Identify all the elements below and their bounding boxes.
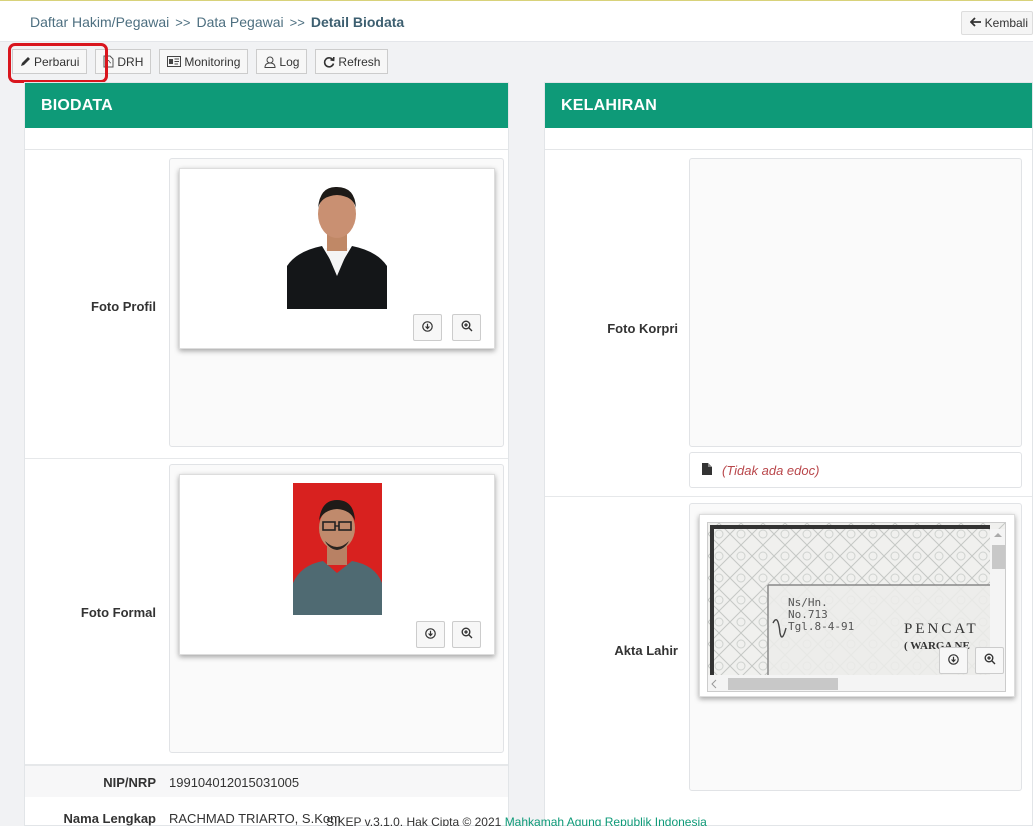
zoom-in-icon xyxy=(461,320,473,335)
breadcrumb-item-current: Detail Biodata xyxy=(310,14,405,30)
profile-photo-row: Foto Profil xyxy=(25,151,508,459)
formal-photo-card xyxy=(179,474,495,655)
nip-label: NIP/NRP xyxy=(103,775,156,790)
zoom-in-icon xyxy=(461,627,473,642)
zoom-document-button[interactable] xyxy=(975,647,1004,674)
birth-cert-cell: Ns/Hn. No.713 Tgl.8-4-91 PENCAT ( WARGA … xyxy=(689,503,1022,791)
id-card-icon xyxy=(167,56,182,67)
nip-value: 199104012015031005 xyxy=(169,775,300,790)
breadcrumb-item-data[interactable]: Data Pegawai xyxy=(196,14,283,30)
back-label: Kembali xyxy=(984,16,1028,30)
download-document-button[interactable] xyxy=(939,647,968,674)
monitoring-label: Monitoring xyxy=(184,54,241,69)
nip-row: NIP/NRP 199104012015031005 xyxy=(25,765,508,797)
pdf-file-icon xyxy=(103,55,114,68)
zoom-photo-button[interactable] xyxy=(452,621,481,648)
download-icon xyxy=(948,653,959,668)
download-icon xyxy=(425,627,436,642)
korpri-photo-cell xyxy=(689,158,1022,447)
breadcrumb: Daftar Hakim/Pegawai >> Data Pegawai >> Deta… xyxy=(30,14,404,30)
breadcrumb-separator: >> xyxy=(175,15,191,30)
log-label: Log xyxy=(279,54,300,69)
update-button[interactable]: Perbarui xyxy=(12,49,88,74)
back-button[interactable]: Kembali xyxy=(960,11,1033,35)
user-icon xyxy=(264,56,276,68)
zoom-in-icon xyxy=(984,653,996,668)
formal-photo-label: Foto Formal xyxy=(80,605,156,620)
log-button[interactable]: Log xyxy=(256,49,308,74)
birth-cert-row: Akta Lahir Ns/Hn. No.713 Tgl.8-4-91 PENC… xyxy=(545,497,1032,803)
monitoring-button[interactable]: Monitoring xyxy=(159,49,249,74)
profile-photo-cell xyxy=(169,158,504,447)
formal-photo-row: Foto Formal xyxy=(25,459,508,765)
panel-title: KELAHIRAN xyxy=(545,83,1032,128)
arrow-left-icon xyxy=(969,16,982,30)
doc-title: PENCAT xyxy=(904,621,979,637)
download-photo-button[interactable] xyxy=(416,621,445,648)
doc-reference-lines: Ns/Hn. No.713 Tgl.8-4-91 xyxy=(788,597,854,633)
breadcrumb-item-list[interactable]: Daftar Hakim/Pegawai xyxy=(30,14,169,30)
drh-label: DRH xyxy=(117,54,144,69)
panel-subheader xyxy=(25,128,508,150)
footer: SIKEP v.3.1.0, Hak Cipta © 2021 Mahkamah… xyxy=(0,815,1033,826)
kelahiran-panel: KELAHIRAN Foto Korpri (Tidak ada edoc) A… xyxy=(544,82,1033,826)
refresh-button[interactable]: Refresh xyxy=(315,49,389,74)
zoom-photo-button[interactable] xyxy=(452,314,481,341)
breadcrumb-separator: >> xyxy=(289,15,305,30)
korpri-photo-row: Foto Korpri (Tidak ada edoc) xyxy=(545,151,1032,497)
profile-photo-card xyxy=(179,168,495,349)
korpri-photo-label: Foto Korpri xyxy=(607,321,678,336)
doc-line: Tgl.8-4-91 xyxy=(788,620,855,633)
action-toolbar: Perbarui DRH Monitoring Log Refresh xyxy=(12,49,396,75)
formal-photo-cell xyxy=(169,464,504,753)
update-label: Perbarui xyxy=(34,54,80,69)
drh-button[interactable]: DRH xyxy=(95,49,152,74)
footer-copyright: SIKEP v.3.1.0, Hak Cipta © 2021 xyxy=(326,815,502,826)
footer-org-link[interactable]: Mahkamah Agung Republik Indonesia xyxy=(505,815,707,826)
download-photo-button[interactable] xyxy=(413,314,442,341)
download-icon xyxy=(422,320,433,335)
panel-subheader xyxy=(545,128,1032,150)
formal-photo xyxy=(293,483,382,615)
refresh-label: Refresh xyxy=(338,54,381,69)
birth-cert-card: Ns/Hn. No.713 Tgl.8-4-91 PENCAT ( WARGA … xyxy=(699,514,1015,697)
profile-photo xyxy=(287,176,387,309)
top-bar: Daftar Hakim/Pegawai >> Data Pegawai >> Deta… xyxy=(0,0,1033,42)
file-icon xyxy=(702,462,712,478)
birth-cert-label: Akta Lahir xyxy=(614,643,678,658)
refresh-icon xyxy=(323,56,336,68)
panel-title: BIODATA xyxy=(25,83,508,128)
profile-photo-label: Foto Profil xyxy=(91,299,156,314)
biodata-panel: BIODATA Foto Profil Foto Formal NIP/NRP … xyxy=(24,82,509,826)
no-edoc-notice: (Tidak ada edoc) xyxy=(689,452,1022,488)
pencil-icon xyxy=(20,56,31,67)
no-edoc-text: (Tidak ada edoc) xyxy=(722,462,820,478)
